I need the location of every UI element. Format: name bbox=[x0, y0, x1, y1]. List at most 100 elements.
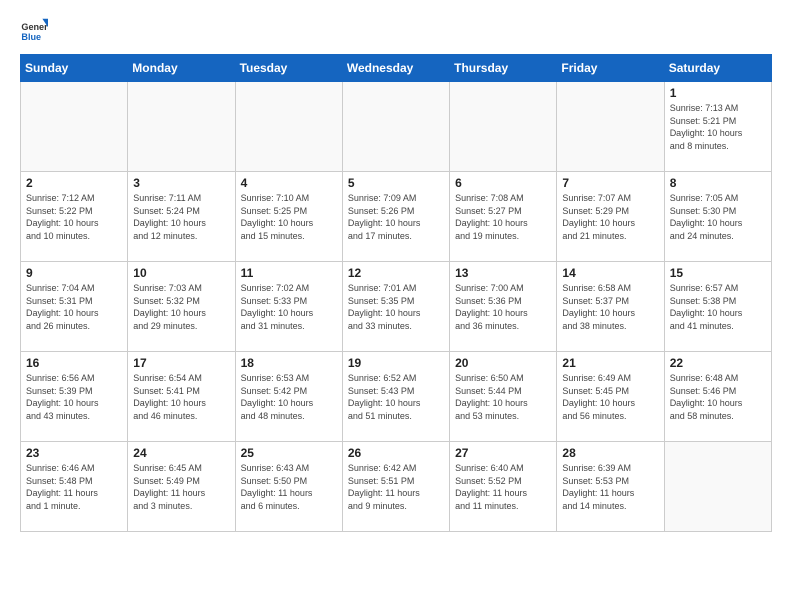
day-info: Sunrise: 6:53 AM Sunset: 5:42 PM Dayligh… bbox=[241, 372, 337, 422]
header: General Blue bbox=[20, 16, 772, 44]
day-number: 21 bbox=[562, 356, 658, 370]
day-info: Sunrise: 6:43 AM Sunset: 5:50 PM Dayligh… bbox=[241, 462, 337, 512]
week-row-0: 1 Sunrise: 7:13 AM Sunset: 5:21 PM Daylig… bbox=[21, 82, 772, 172]
day-number: 13 bbox=[455, 266, 551, 280]
day-cell: 23 Sunrise: 6:46 AM Sunset: 5:48 PM Dayli… bbox=[21, 442, 128, 532]
day-number: 12 bbox=[348, 266, 444, 280]
day-number: 18 bbox=[241, 356, 337, 370]
svg-text:Blue: Blue bbox=[21, 32, 41, 42]
day-cell: 13 Sunrise: 7:00 AM Sunset: 5:36 PM Dayli… bbox=[450, 262, 557, 352]
day-cell: 17 Sunrise: 6:54 AM Sunset: 5:41 PM Dayli… bbox=[128, 352, 235, 442]
day-info: Sunrise: 6:45 AM Sunset: 5:49 PM Dayligh… bbox=[133, 462, 229, 512]
logo: General Blue bbox=[20, 16, 52, 44]
weekday-tuesday: Tuesday bbox=[235, 55, 342, 82]
day-cell: 14 Sunrise: 6:58 AM Sunset: 5:37 PM Dayli… bbox=[557, 262, 664, 352]
day-cell: 6Sunrise: 7:08 AM Sunset: 5:27 PM Daylig… bbox=[450, 172, 557, 262]
day-info: Sunrise: 7:11 AM Sunset: 5:24 PM Dayligh… bbox=[133, 192, 229, 242]
day-info: Sunrise: 6:39 AM Sunset: 5:53 PM Dayligh… bbox=[562, 462, 658, 512]
day-info: Sunrise: 7:07 AM Sunset: 5:29 PM Dayligh… bbox=[562, 192, 658, 242]
weekday-saturday: Saturday bbox=[664, 55, 771, 82]
day-info: Sunrise: 7:08 AM Sunset: 5:27 PM Dayligh… bbox=[455, 192, 551, 242]
day-info: Sunrise: 6:57 AM Sunset: 5:38 PM Dayligh… bbox=[670, 282, 766, 332]
day-info: Sunrise: 7:04 AM Sunset: 5:31 PM Dayligh… bbox=[26, 282, 122, 332]
day-info: Sunrise: 7:01 AM Sunset: 5:35 PM Dayligh… bbox=[348, 282, 444, 332]
weekday-wednesday: Wednesday bbox=[342, 55, 449, 82]
day-number: 27 bbox=[455, 446, 551, 460]
day-number: 19 bbox=[348, 356, 444, 370]
week-row-2: 9 Sunrise: 7:04 AM Sunset: 5:31 PM Daylig… bbox=[21, 262, 772, 352]
day-info: Sunrise: 6:46 AM Sunset: 5:48 PM Dayligh… bbox=[26, 462, 122, 512]
day-info: Sunrise: 7:10 AM Sunset: 5:25 PM Dayligh… bbox=[241, 192, 337, 242]
day-number: 10 bbox=[133, 266, 229, 280]
weekday-monday: Monday bbox=[128, 55, 235, 82]
weekday-header-row: SundayMondayTuesdayWednesdayThursdayFrid… bbox=[21, 55, 772, 82]
day-info: Sunrise: 7:13 AM Sunset: 5:21 PM Dayligh… bbox=[670, 102, 766, 152]
day-info: Sunrise: 6:56 AM Sunset: 5:39 PM Dayligh… bbox=[26, 372, 122, 422]
day-number: 3 bbox=[133, 176, 229, 190]
day-cell: 20 Sunrise: 6:50 AM Sunset: 5:44 PM Dayli… bbox=[450, 352, 557, 442]
weekday-sunday: Sunday bbox=[21, 55, 128, 82]
day-number: 17 bbox=[133, 356, 229, 370]
day-info: Sunrise: 6:49 AM Sunset: 5:45 PM Dayligh… bbox=[562, 372, 658, 422]
week-row-3: 16 Sunrise: 6:56 AM Sunset: 5:39 PM Dayli… bbox=[21, 352, 772, 442]
day-cell: 19Sunrise: 6:52 AM Sunset: 5:43 PM Dayli… bbox=[342, 352, 449, 442]
calendar: SundayMondayTuesdayWednesdayThursdayFrid… bbox=[20, 54, 772, 532]
page: General Blue SundayMondayTuesdayWednesda… bbox=[0, 0, 792, 542]
day-cell bbox=[342, 82, 449, 172]
day-cell: 28 Sunrise: 6:39 AM Sunset: 5:53 PM Dayli… bbox=[557, 442, 664, 532]
day-info: Sunrise: 6:40 AM Sunset: 5:52 PM Dayligh… bbox=[455, 462, 551, 512]
day-number: 16 bbox=[26, 356, 122, 370]
day-cell: 25Sunrise: 6:43 AM Sunset: 5:50 PM Dayli… bbox=[235, 442, 342, 532]
day-cell: 3 Sunrise: 7:11 AM Sunset: 5:24 PM Daylig… bbox=[128, 172, 235, 262]
day-number: 20 bbox=[455, 356, 551, 370]
day-cell: 12 Sunrise: 7:01 AM Sunset: 5:35 PM Dayli… bbox=[342, 262, 449, 352]
day-cell: 18 Sunrise: 6:53 AM Sunset: 5:42 PM Dayli… bbox=[235, 352, 342, 442]
day-info: Sunrise: 6:54 AM Sunset: 5:41 PM Dayligh… bbox=[133, 372, 229, 422]
day-cell: 5Sunrise: 7:09 AM Sunset: 5:26 PM Daylig… bbox=[342, 172, 449, 262]
day-number: 28 bbox=[562, 446, 658, 460]
day-number: 24 bbox=[133, 446, 229, 460]
day-info: Sunrise: 7:00 AM Sunset: 5:36 PM Dayligh… bbox=[455, 282, 551, 332]
week-row-1: 2Sunrise: 7:12 AM Sunset: 5:22 PM Daylig… bbox=[21, 172, 772, 262]
day-cell bbox=[557, 82, 664, 172]
day-cell: 27 Sunrise: 6:40 AM Sunset: 5:52 PM Dayli… bbox=[450, 442, 557, 532]
day-number: 8 bbox=[670, 176, 766, 190]
day-number: 4 bbox=[241, 176, 337, 190]
day-number: 9 bbox=[26, 266, 122, 280]
day-cell: 26 Sunrise: 6:42 AM Sunset: 5:51 PM Dayli… bbox=[342, 442, 449, 532]
day-info: Sunrise: 7:03 AM Sunset: 5:32 PM Dayligh… bbox=[133, 282, 229, 332]
day-number: 7 bbox=[562, 176, 658, 190]
day-number: 15 bbox=[670, 266, 766, 280]
day-info: Sunrise: 7:12 AM Sunset: 5:22 PM Dayligh… bbox=[26, 192, 122, 242]
day-cell bbox=[664, 442, 771, 532]
day-info: Sunrise: 6:42 AM Sunset: 5:51 PM Dayligh… bbox=[348, 462, 444, 512]
day-number: 23 bbox=[26, 446, 122, 460]
day-number: 22 bbox=[670, 356, 766, 370]
day-cell: 22 Sunrise: 6:48 AM Sunset: 5:46 PM Dayli… bbox=[664, 352, 771, 442]
day-info: Sunrise: 6:48 AM Sunset: 5:46 PM Dayligh… bbox=[670, 372, 766, 422]
day-cell bbox=[128, 82, 235, 172]
logo-icon: General Blue bbox=[20, 16, 48, 44]
day-cell: 10 Sunrise: 7:03 AM Sunset: 5:32 PM Dayli… bbox=[128, 262, 235, 352]
day-cell: 4 Sunrise: 7:10 AM Sunset: 5:25 PM Daylig… bbox=[235, 172, 342, 262]
day-cell: 24 Sunrise: 6:45 AM Sunset: 5:49 PM Dayli… bbox=[128, 442, 235, 532]
day-number: 1 bbox=[670, 86, 766, 100]
day-cell: 1 Sunrise: 7:13 AM Sunset: 5:21 PM Daylig… bbox=[664, 82, 771, 172]
day-cell: 2Sunrise: 7:12 AM Sunset: 5:22 PM Daylig… bbox=[21, 172, 128, 262]
day-cell: 8 Sunrise: 7:05 AM Sunset: 5:30 PM Daylig… bbox=[664, 172, 771, 262]
day-number: 26 bbox=[348, 446, 444, 460]
day-number: 14 bbox=[562, 266, 658, 280]
week-row-4: 23 Sunrise: 6:46 AM Sunset: 5:48 PM Dayli… bbox=[21, 442, 772, 532]
day-number: 11 bbox=[241, 266, 337, 280]
day-cell: 7 Sunrise: 7:07 AM Sunset: 5:29 PM Daylig… bbox=[557, 172, 664, 262]
day-cell: 16 Sunrise: 6:56 AM Sunset: 5:39 PM Dayli… bbox=[21, 352, 128, 442]
day-info: Sunrise: 7:05 AM Sunset: 5:30 PM Dayligh… bbox=[670, 192, 766, 242]
day-info: Sunrise: 6:50 AM Sunset: 5:44 PM Dayligh… bbox=[455, 372, 551, 422]
day-info: Sunrise: 7:02 AM Sunset: 5:33 PM Dayligh… bbox=[241, 282, 337, 332]
day-info: Sunrise: 6:58 AM Sunset: 5:37 PM Dayligh… bbox=[562, 282, 658, 332]
day-cell: 21 Sunrise: 6:49 AM Sunset: 5:45 PM Dayli… bbox=[557, 352, 664, 442]
day-info: Sunrise: 7:09 AM Sunset: 5:26 PM Dayligh… bbox=[348, 192, 444, 242]
day-cell: 11 Sunrise: 7:02 AM Sunset: 5:33 PM Dayli… bbox=[235, 262, 342, 352]
weekday-thursday: Thursday bbox=[450, 55, 557, 82]
day-cell bbox=[235, 82, 342, 172]
